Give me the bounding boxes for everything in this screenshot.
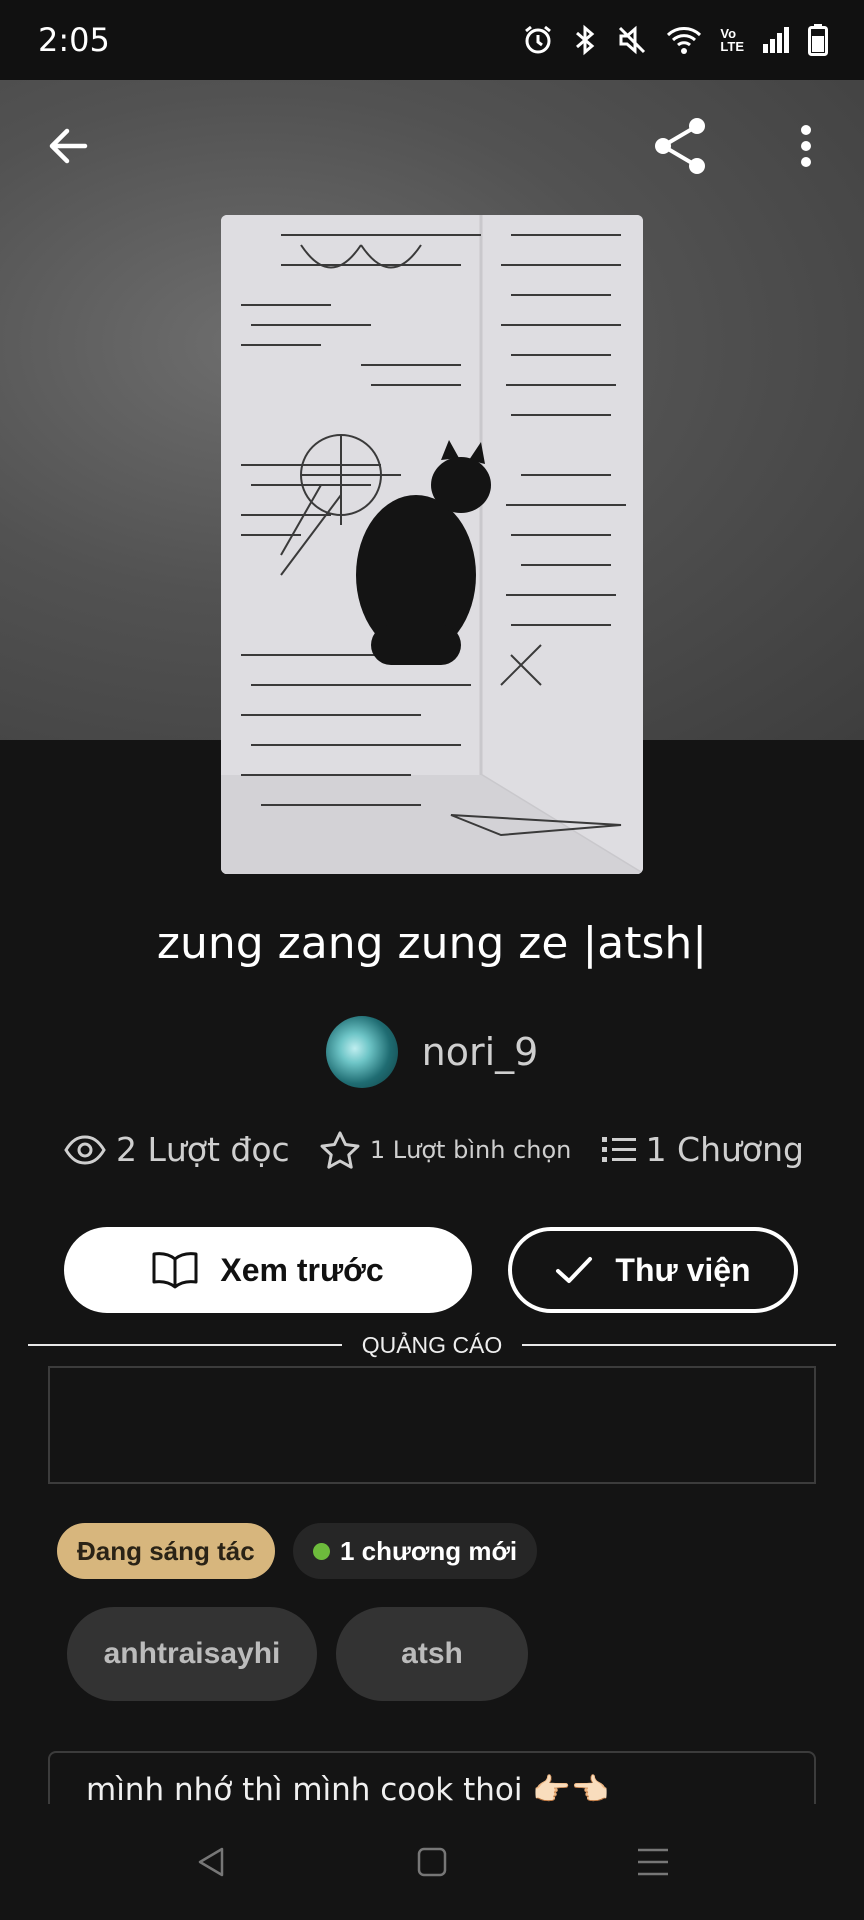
story-title: zung zang zung ze |atsh| <box>156 918 708 969</box>
arrow-left-icon <box>49 128 88 164</box>
status-icons: Vo LTE <box>522 24 828 56</box>
author-row[interactable]: nori_9 <box>0 1016 864 1088</box>
cover-artwork <box>221 215 643 874</box>
bluetooth-icon <box>576 24 595 56</box>
status-chip: Đang sáng tác <box>57 1523 275 1579</box>
book-open-icon <box>152 1252 198 1289</box>
list-icon <box>601 1136 636 1162</box>
status-chip-label: Đang sáng tác <box>77 1535 255 1566</box>
back-button[interactable] <box>32 110 104 182</box>
more-button[interactable] <box>770 110 842 182</box>
more-vertical-icon <box>801 125 811 167</box>
share-button[interactable] <box>645 110 717 182</box>
tag-anhtraisayhi[interactable]: anhtraisayhi <box>67 1607 317 1701</box>
signal-icon <box>763 27 789 53</box>
library-label: Thư viện <box>615 1251 751 1288</box>
ad-label: QUẢNG CÁO <box>361 1331 503 1358</box>
new-chapter-chip: 1 chương mới <box>293 1523 538 1579</box>
volte-bottom: LTE <box>720 39 744 54</box>
story-cover[interactable] <box>221 215 643 874</box>
description-text: mình nhớ thì mình cook thoi 👉🏻👈🏻 <box>86 1772 610 1808</box>
status-bar: 2:05 Vo LTE <box>0 0 864 80</box>
star-icon <box>320 1131 360 1169</box>
wifi-icon <box>667 27 702 54</box>
battery-icon <box>808 24 828 56</box>
description-box: mình nhớ thì mình cook thoi 👉🏻👈🏻 <box>48 1751 816 1811</box>
new-dot-icon <box>313 1542 330 1560</box>
author-avatar[interactable] <box>325 1016 398 1088</box>
tag-label: atsh <box>401 1637 463 1670</box>
share-icon <box>655 118 705 174</box>
author-name[interactable]: nori_9 <box>422 1030 539 1074</box>
status-time: 2:05 <box>38 21 110 59</box>
reads-stat: 2 Lượt đọc <box>64 1130 290 1169</box>
ad-divider-right <box>522 1344 837 1346</box>
nav-recents-icon[interactable] <box>636 1847 670 1877</box>
new-chapter-label: 1 chương mới <box>340 1535 518 1566</box>
preview-button[interactable]: Xem trước <box>64 1227 472 1313</box>
mute-icon <box>619 25 646 55</box>
eye-icon <box>64 1134 106 1165</box>
ad-slot[interactable] <box>48 1366 816 1484</box>
system-nav-bar <box>0 1804 864 1920</box>
alarm-icon <box>525 25 552 54</box>
nav-back-icon[interactable] <box>194 1845 228 1879</box>
chapters-count: 1 Chương <box>645 1130 804 1169</box>
votes-stat: 1 Lượt bình chọn <box>320 1131 571 1169</box>
votes-count: 1 Lượt bình chọn <box>369 1135 572 1164</box>
chapters-stat: 1 Chương <box>601 1130 804 1169</box>
library-button[interactable]: Thư viện <box>508 1227 798 1313</box>
nav-home-icon[interactable] <box>417 1847 447 1877</box>
reads-count: 2 Lượt đọc <box>116 1130 290 1169</box>
volte-icon: Vo LTE <box>720 27 744 53</box>
tag-atsh[interactable]: atsh <box>336 1607 528 1701</box>
tag-label: anhtraisayhi <box>103 1637 281 1670</box>
story-stats: 2 Lượt đọc 1 Lượt bình chọn 1 Chương <box>64 1130 804 1169</box>
ad-label-row: QUẢNG CÁO <box>28 1330 837 1360</box>
check-icon <box>556 1257 593 1283</box>
preview-label: Xem trước <box>220 1251 384 1288</box>
ad-divider-left <box>28 1344 342 1346</box>
